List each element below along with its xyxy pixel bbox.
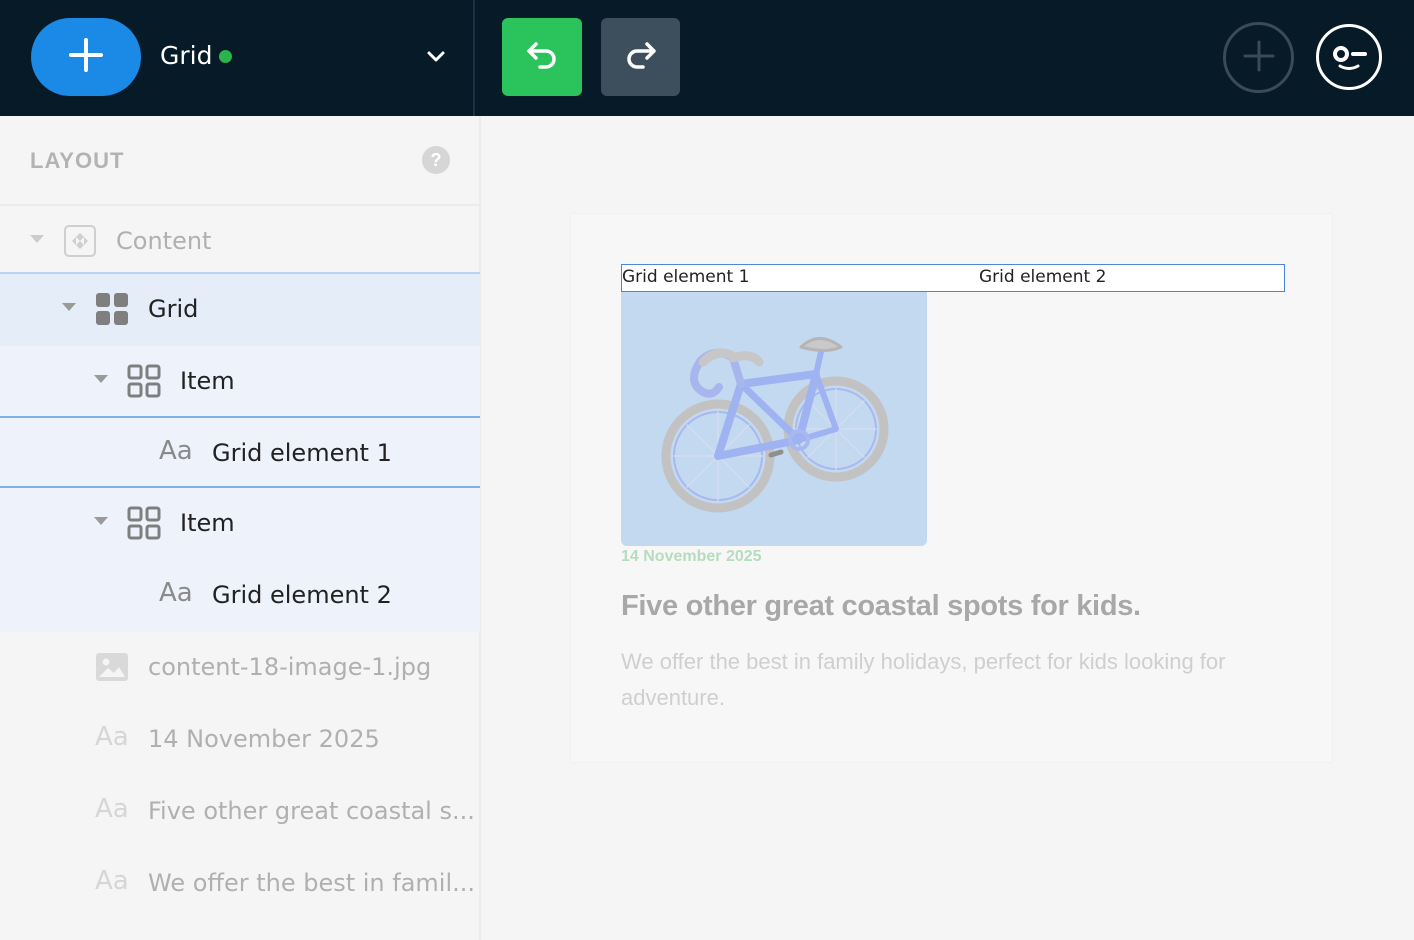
tree-item-label: Content [116, 227, 212, 255]
top-toolbar: Grid [0, 0, 1414, 116]
tree-item-date[interactable]: Aa 14 November 2025 [0, 704, 480, 776]
article-description[interactable]: We offer the best in family holidays, pe… [621, 644, 1281, 716]
expand-arrow-icon[interactable] [94, 517, 108, 525]
tree-item-label: Grid element 2 [212, 581, 392, 609]
grid-icon [95, 292, 129, 326]
tree-item-label: Five other great coastal s... [148, 797, 475, 825]
tree-item-description[interactable]: Aa We offer the best in famil... [0, 848, 480, 920]
sidebar-title: LAYOUT [30, 148, 125, 173]
tree-item-label: Item [180, 509, 235, 537]
content-block-icon [63, 224, 97, 258]
tree-item-content[interactable]: Content [0, 206, 480, 274]
bicycle-image [661, 337, 889, 513]
status-indicator [219, 50, 232, 63]
text-icon: Aa [159, 436, 193, 466]
tree-item-image[interactable]: content-18-image-1.jpg [0, 632, 480, 704]
plus-icon [68, 37, 104, 77]
sidebar-header: LAYOUT ? [0, 116, 480, 206]
expand-arrow-icon[interactable] [30, 235, 44, 243]
undo-icon [524, 41, 560, 73]
article-title[interactable]: Five other great coastal spots for kids. [621, 590, 1141, 623]
tree-item-label: We offer the best in famil... [148, 869, 476, 897]
tree-item-label: content-18-image-1.jpg [148, 653, 432, 681]
tree-item-label: Grid element 1 [212, 439, 392, 467]
grid-item-icon [127, 506, 161, 540]
tree-item-item-1[interactable]: Item [0, 346, 480, 418]
grid-item-icon [127, 364, 161, 398]
tree-item-grid[interactable]: Grid [0, 274, 480, 346]
editor-canvas: Grid element 1 Grid element 2 14 Novembe… [481, 116, 1414, 940]
toolbar-divider [473, 0, 475, 116]
expand-arrow-icon[interactable] [94, 375, 108, 383]
text-icon: Aa [159, 578, 193, 608]
expand-arrow-icon[interactable] [62, 303, 76, 311]
redo-icon [623, 41, 659, 73]
document-dropdown-button[interactable] [418, 40, 454, 74]
content-image[interactable] [621, 292, 927, 546]
image-icon [95, 650, 129, 684]
tree-item-item-2[interactable]: Item [0, 488, 480, 560]
tree-item-label: 14 November 2025 [148, 725, 380, 753]
grid-element-1[interactable]: Grid element 1 [622, 267, 749, 287]
grid-block[interactable]: Grid element 1 Grid element 2 [621, 264, 1285, 292]
user-menu-button[interactable] [1316, 24, 1382, 90]
chevron-down-icon [426, 48, 446, 67]
document-title: Grid [160, 41, 213, 70]
redo-button[interactable] [601, 18, 680, 96]
tree-item-grid-element-1[interactable]: Aa Grid element 1 [0, 418, 480, 488]
content-card[interactable]: Grid element 1 Grid element 2 14 Novembe… [570, 213, 1333, 763]
user-avatar-icon [1324, 30, 1374, 84]
grid-element-2[interactable]: Grid element 2 [979, 267, 1106, 287]
add-circle-icon [1242, 39, 1276, 77]
add-button[interactable] [31, 18, 141, 96]
text-icon: Aa [95, 794, 129, 824]
tree-item-label: Grid [148, 295, 199, 323]
text-icon: Aa [95, 866, 129, 896]
article-date[interactable]: 14 November 2025 [621, 548, 762, 566]
layout-sidebar: LAYOUT ? Content Grid Item Aa Grid eleme… [0, 116, 481, 940]
add-element-button[interactable] [1223, 22, 1294, 93]
tree-item-title[interactable]: Aa Five other great coastal s... [0, 776, 480, 848]
tree-item-grid-element-2[interactable]: Aa Grid element 2 [0, 560, 480, 632]
undo-button[interactable] [502, 18, 582, 96]
tree-item-label: Item [180, 367, 235, 395]
help-icon[interactable]: ? [422, 146, 450, 174]
text-icon: Aa [95, 722, 129, 752]
